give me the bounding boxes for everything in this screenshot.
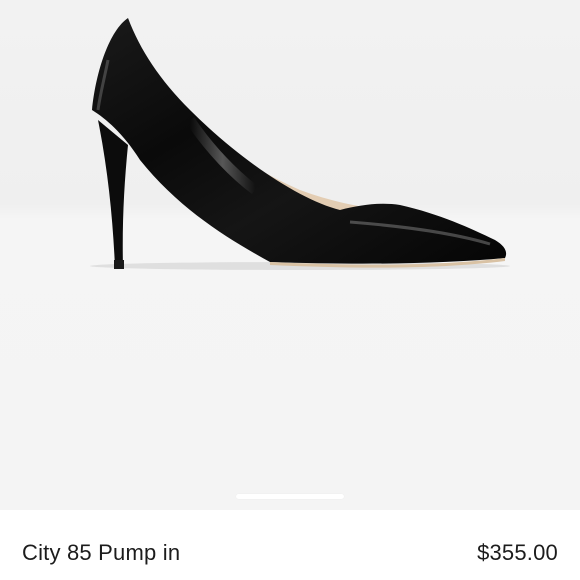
listing-screen: City 85 Pump in $355.00	[0, 0, 580, 580]
gallery-page-indicator[interactable]	[236, 494, 344, 499]
shoe-heel	[98, 120, 128, 268]
shoe-body	[92, 18, 507, 264]
product-image[interactable]	[0, 0, 580, 510]
shoe-illustration	[90, 18, 510, 270]
product-price: $355.00	[477, 540, 558, 565]
product-title[interactable]: City 85 Pump in	[22, 540, 180, 566]
heel-tip	[114, 260, 124, 269]
